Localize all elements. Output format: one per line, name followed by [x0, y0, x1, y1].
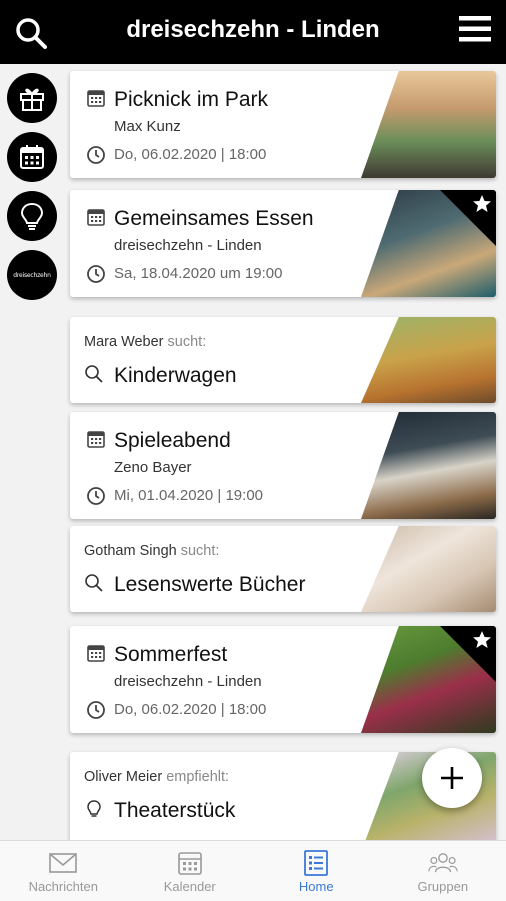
event-title: Sommerfest	[114, 643, 227, 667]
search-card[interactable]: Mara Weber sucht: Kinderwagen	[70, 317, 496, 403]
event-organizer: Max Kunz	[114, 118, 181, 135]
event-image	[361, 71, 496, 178]
event-date: Mi, 01.04.2020 | 19:00	[114, 487, 263, 504]
event-date: Do, 06.02.2020 | 18:00	[114, 701, 266, 718]
favorite-badge[interactable]	[440, 190, 496, 246]
page-title: dreisechzehn - Linden	[0, 16, 506, 44]
event-organizer: dreisechzehn - Linden	[114, 673, 262, 690]
calendar-icon	[86, 88, 106, 108]
search-image	[361, 317, 496, 403]
search-icon	[84, 573, 104, 593]
search-requester: Gotham Singh sucht:	[84, 543, 219, 559]
lightbulb-button[interactable]	[7, 191, 57, 241]
add-button[interactable]	[422, 748, 482, 808]
event-title: Spieleabend	[114, 429, 231, 453]
event-organizer: Zeno Bayer	[114, 459, 192, 476]
plus-icon	[438, 764, 466, 792]
tab-label: Kalender	[164, 879, 216, 894]
tab-nachrichten[interactable]: Nachrichten	[0, 841, 127, 901]
calendar-icon	[86, 643, 106, 663]
search-card[interactable]: Gotham Singh sucht: Lesenswerte Bücher	[70, 526, 496, 612]
calendar-icon	[86, 429, 106, 449]
tab-label: Home	[299, 879, 334, 894]
event-title: Gemeinsames Essen	[114, 207, 314, 231]
clock-icon	[86, 264, 106, 284]
search-image	[361, 526, 496, 612]
calendar-button[interactable]	[7, 132, 57, 182]
tab-kalender[interactable]: Kalender	[127, 841, 254, 901]
star-icon	[472, 194, 492, 214]
search-requester: Mara Weber sucht:	[84, 334, 206, 350]
bottom-navigation: Nachrichten Kalender Home Gruppen	[0, 840, 506, 901]
lightbulb-icon	[17, 201, 47, 231]
search-icon	[84, 364, 104, 384]
gift-icon	[17, 83, 47, 113]
gift-button[interactable]	[7, 73, 57, 123]
recommendation-title: Theaterstück	[114, 799, 235, 823]
tab-label: Gruppen	[417, 879, 468, 894]
group-icon	[428, 849, 458, 877]
event-card[interactable]: Picknick im Park Max Kunz Do, 06.02.2020…	[70, 71, 496, 178]
search-title: Kinderwagen	[114, 364, 237, 388]
top-bar: dreisechzehn - Linden	[0, 0, 506, 64]
search-title: Lesenswerte Bücher	[114, 573, 305, 597]
lightbulb-icon	[84, 799, 104, 819]
calendar-icon	[86, 207, 106, 227]
event-card[interactable]: Spieleabend Zeno Bayer Mi, 01.04.2020 | …	[70, 412, 496, 519]
recommendation-author: Oliver Meier empfiehlt:	[84, 769, 229, 785]
tab-home[interactable]: Home	[253, 841, 380, 901]
clock-icon	[86, 145, 106, 165]
envelope-icon	[48, 849, 78, 877]
calendar-icon	[17, 142, 47, 172]
event-image	[361, 412, 496, 519]
clock-icon	[86, 700, 106, 720]
event-card[interactable]: Sommerfest dreisechzehn - Linden Do, 06.…	[70, 626, 496, 733]
community-logo-button[interactable]: dreisechzehn	[7, 250, 57, 300]
favorite-badge[interactable]	[440, 626, 496, 682]
event-title: Picknick im Park	[114, 88, 268, 112]
calendar-icon	[175, 849, 205, 877]
event-organizer: dreisechzehn - Linden	[114, 237, 262, 254]
tab-gruppen[interactable]: Gruppen	[380, 841, 506, 901]
list-icon	[301, 849, 331, 877]
hamburger-menu-icon[interactable]	[458, 14, 492, 44]
tab-label: Nachrichten	[29, 879, 98, 894]
community-logo: dreisechzehn	[13, 272, 50, 279]
event-date: Do, 06.02.2020 | 18:00	[114, 146, 266, 163]
event-card[interactable]: Gemeinsames Essen dreisechzehn - Linden …	[70, 190, 496, 297]
clock-icon	[86, 486, 106, 506]
star-icon	[472, 630, 492, 650]
event-date: Sa, 18.04.2020 um 19:00	[114, 265, 282, 282]
